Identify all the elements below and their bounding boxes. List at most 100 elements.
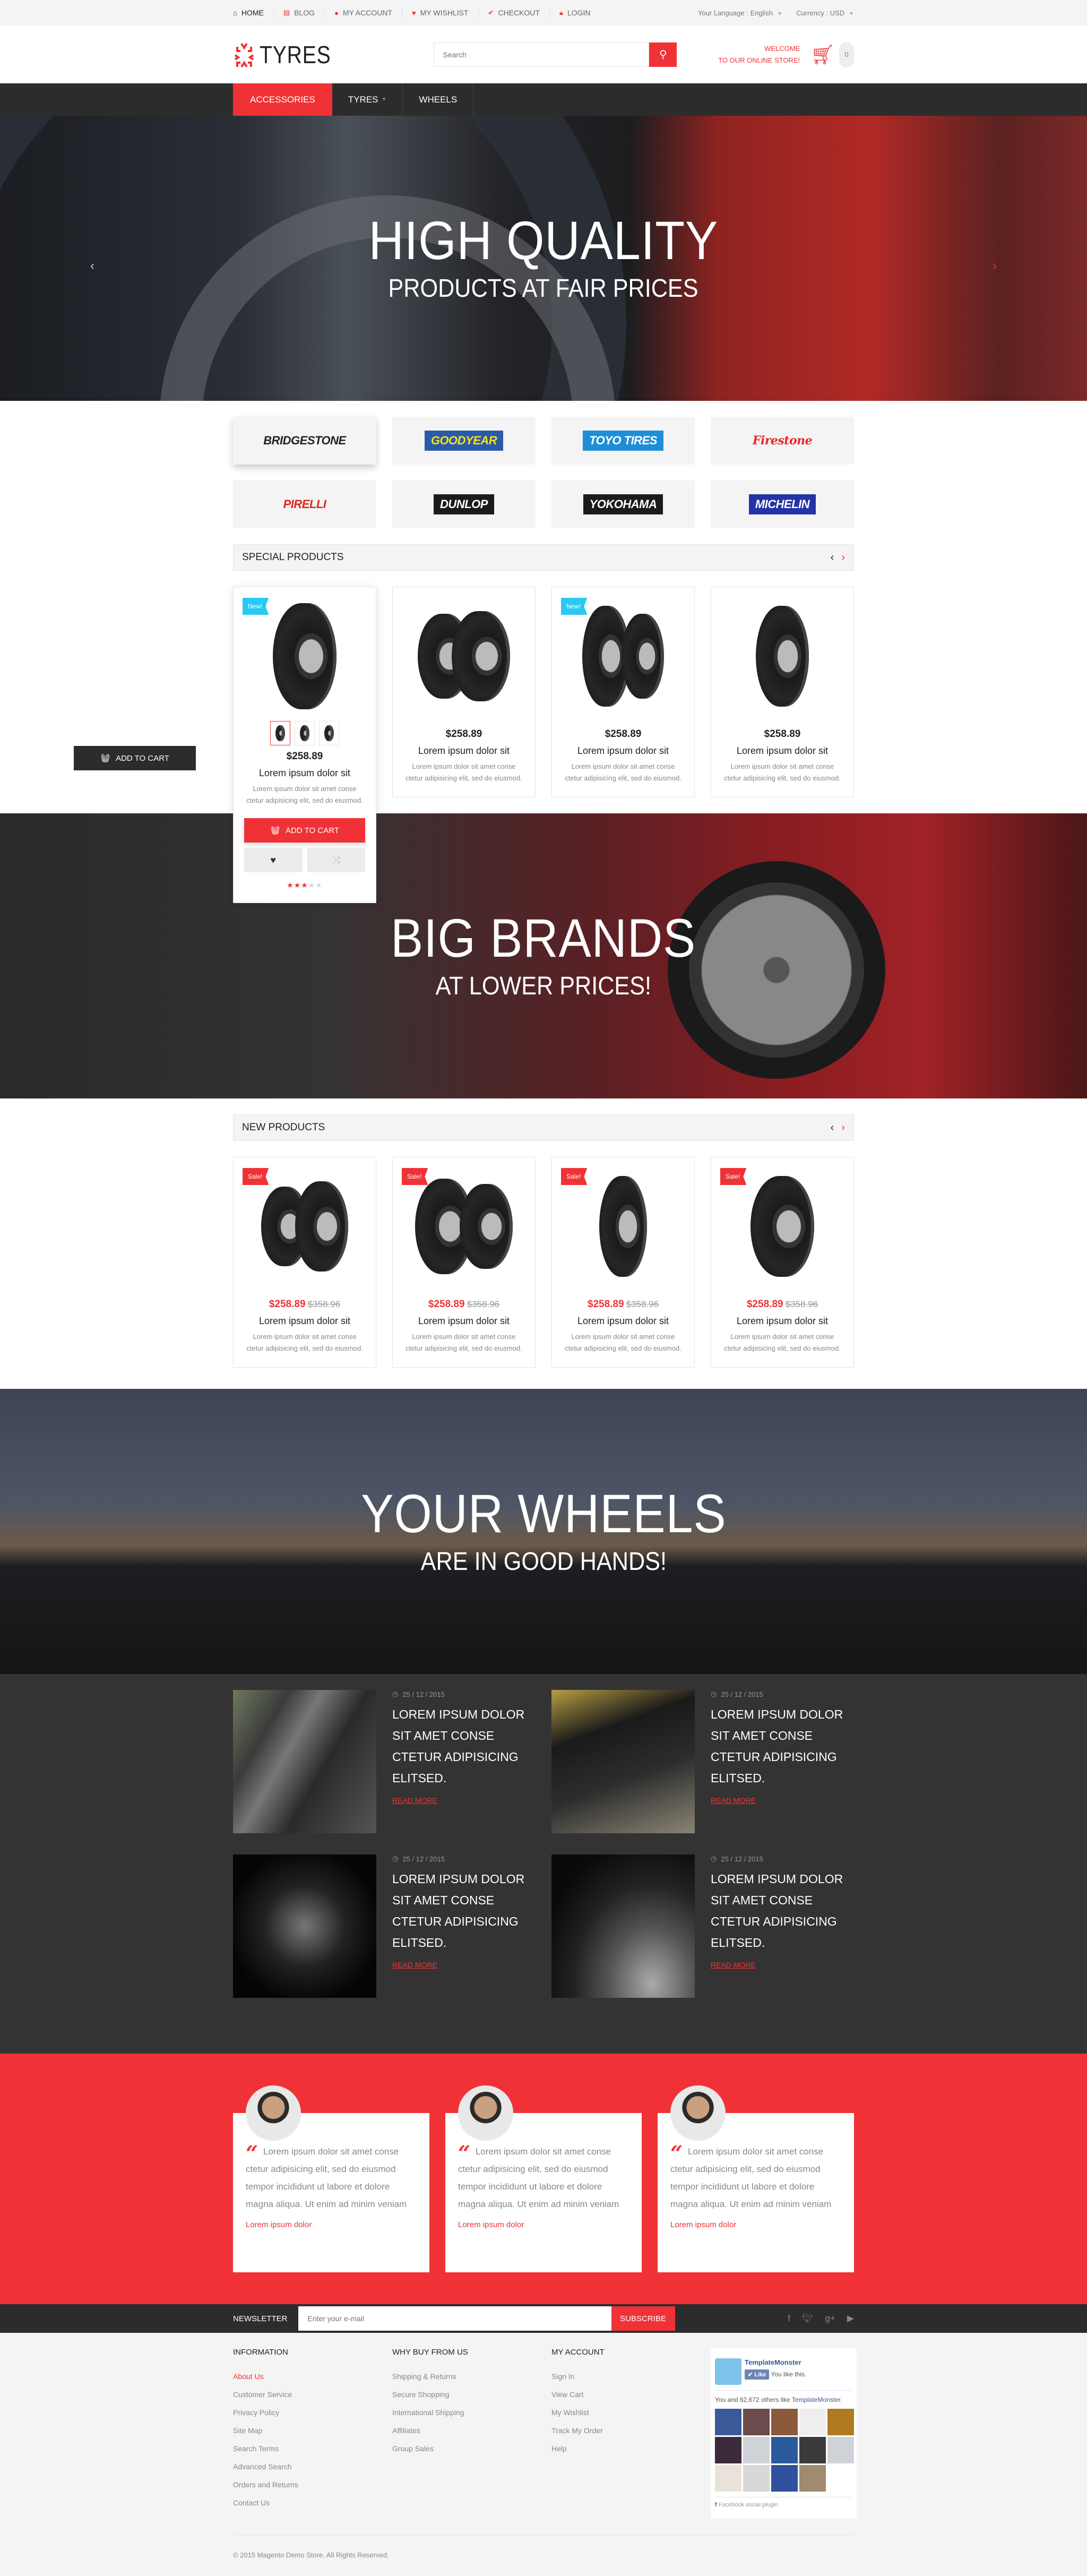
brand-logo-goodyear[interactable]: GOODYEAR <box>392 417 536 465</box>
nav-item-wheels[interactable]: Wheels <box>403 83 474 116</box>
footer-link[interactable]: View Cart <box>551 2385 711 2403</box>
brand-logo-pirelli[interactable]: PIRELLI <box>233 480 376 528</box>
product-image[interactable] <box>563 1168 684 1285</box>
product-name[interactable]: Lorem ipsum dolor sit <box>563 745 684 757</box>
fb-face[interactable] <box>743 2409 770 2435</box>
fb-face[interactable] <box>771 2465 798 2492</box>
top-link-home[interactable]: ⌂ Home <box>233 7 274 19</box>
product-card[interactable]: New! $258.89 Lorem ipsum dolor sit Lorem… <box>233 587 376 903</box>
product-image[interactable] <box>244 1168 365 1285</box>
product-card[interactable]: Sale! $258.89 $358.96 Lorem ipsum dolor sit… <box>392 1157 536 1368</box>
footer-link[interactable]: International Shipping <box>392 2403 551 2422</box>
footer-link[interactable]: My Wishlist <box>551 2403 711 2422</box>
product-card[interactable]: Sale! $258.89 $358.96 Lorem ipsum dolor sit… <box>711 1157 854 1368</box>
fb-face[interactable] <box>715 2409 741 2435</box>
testimonial-author[interactable]: Lorem ipsum dolor <box>458 2220 629 2229</box>
brand-logo-bridgestone[interactable]: BRIDGESTONE <box>233 417 376 465</box>
post-title[interactable]: Lorem ipsum dolor sit amet conse ctetur … <box>392 1704 536 1789</box>
product-image[interactable] <box>722 1168 843 1285</box>
footer-link[interactable]: Shipping & Returns <box>392 2367 551 2385</box>
fb-page-name[interactable]: TemplateMonster <box>745 2358 806 2366</box>
add-to-cart-button[interactable]: 🧺︎ Add to cart <box>244 818 365 843</box>
product-name[interactable]: Lorem ipsum dolor sit <box>244 768 365 779</box>
top-link-wishlist[interactable]: ♥ My Wishlist <box>402 7 479 19</box>
fb-face[interactable] <box>715 2437 741 2463</box>
carousel-next-arrow[interactable]: › <box>841 552 845 564</box>
product-name[interactable]: Lorem ipsum dolor sit <box>722 745 843 757</box>
product-name[interactable]: Lorem ipsum dolor sit <box>722 1316 843 1327</box>
post-title[interactable]: Lorem ipsum dolor sit amet conse ctetur … <box>711 1704 854 1789</box>
brand-logo-toyo-tires[interactable]: TOYO TIRES <box>551 417 695 465</box>
thumbnail[interactable] <box>270 721 290 745</box>
search-button[interactable]: ⚲ <box>649 42 677 67</box>
footer-link[interactable]: Affiliates <box>392 2422 551 2440</box>
footer-link[interactable]: About Us <box>233 2367 392 2385</box>
post-image[interactable] <box>233 1690 376 1833</box>
footer-link[interactable]: Advanced Search <box>233 2458 392 2476</box>
testimonial-author[interactable]: Lorem ipsum dolor <box>246 2220 417 2229</box>
read-more-link[interactable]: Read more <box>392 1796 437 1805</box>
fb-face[interactable] <box>799 2437 826 2463</box>
compare-button[interactable]: ⤨ <box>307 848 365 872</box>
twitter-icon[interactable]: 🐦︎ <box>802 2313 814 2324</box>
thumbnail[interactable] <box>319 721 339 745</box>
testimonial-author[interactable]: Lorem ipsum dolor <box>670 2220 841 2229</box>
footer-link[interactable]: Orders and Returns <box>233 2476 392 2494</box>
product-name[interactable]: Lorem ipsum dolor sit <box>403 1316 524 1327</box>
add-to-cart-button[interactable]: 🧺︎ Add to cart <box>74 746 196 770</box>
footer-link[interactable]: Help <box>551 2440 711 2458</box>
footer-link[interactable]: Track My Order <box>551 2422 711 2440</box>
cart-button[interactable]: 🛒︎ 0 <box>810 41 854 67</box>
fb-face[interactable] <box>799 2465 826 2492</box>
currency-select[interactable]: Currency : USD ▼ <box>796 9 854 17</box>
brand-logo-firestone[interactable]: Firestone <box>711 417 854 465</box>
fb-like-button[interactable]: ✔ Like <box>745 2369 770 2380</box>
product-card[interactable]: Sale! $258.89 $358.96 Lorem ipsum dolor sit… <box>233 1157 376 1368</box>
footer-link[interactable]: Contact Us <box>233 2494 392 2512</box>
top-link-blog[interactable]: ▤ Blog <box>274 7 325 19</box>
footer-link[interactable]: Privacy Policy <box>233 2403 392 2422</box>
product-image[interactable] <box>403 1168 524 1285</box>
subscribe-button[interactable]: Subscribe <box>611 2306 675 2331</box>
product-image[interactable] <box>722 598 843 715</box>
product-card[interactable]: New! $258.89 Lorem ipsum dolor sit Lorem… <box>551 587 695 797</box>
fb-face[interactable] <box>827 2437 854 2463</box>
google-plus-icon[interactable]: g+ <box>825 2313 835 2324</box>
fb-face[interactable] <box>715 2465 741 2492</box>
footer-link[interactable]: Site Map <box>233 2422 392 2440</box>
footer-link[interactable]: Secure Shopping <box>392 2385 551 2403</box>
thumbnail[interactable] <box>295 721 315 745</box>
fb-face[interactable] <box>771 2409 798 2435</box>
top-link-login[interactable]: 🔒︎ Login <box>550 7 600 19</box>
carousel-prev-arrow[interactable]: ‹ <box>831 552 834 564</box>
post-image[interactable] <box>233 1854 376 1998</box>
product-image[interactable] <box>403 598 524 715</box>
post-image[interactable] <box>551 1690 695 1833</box>
carousel-next-arrow[interactable]: › <box>841 1122 845 1134</box>
newsletter-email-input[interactable] <box>298 2306 611 2331</box>
product-card[interactable]: $258.89 Lorem ipsum dolor sit Lorem ipsu… <box>392 587 536 797</box>
fb-face[interactable] <box>743 2437 770 2463</box>
fb-face[interactable] <box>743 2465 770 2492</box>
product-name[interactable]: Lorem ipsum dolor sit <box>563 1316 684 1327</box>
logo[interactable]: TYRES <box>233 40 343 69</box>
product-name[interactable]: Lorem ipsum dolor sit <box>403 745 524 757</box>
nav-item-accessories[interactable]: Accessories <box>233 83 332 116</box>
brand-logo-yokohama[interactable]: YOKOHAMA <box>551 480 695 528</box>
brand-logo-dunlop[interactable]: DUNLOP <box>392 480 536 528</box>
nav-item-tyres[interactable]: Tyres ▼ <box>332 83 403 116</box>
post-title[interactable]: Lorem ipsum dolor sit amet conse ctetur … <box>711 1868 854 1953</box>
product-card[interactable]: Sale! $258.89 $358.96 Lorem ipsum dolor sit… <box>551 1157 695 1368</box>
read-more-link[interactable]: Read more <box>711 1796 756 1805</box>
carousel-prev-arrow[interactable]: ‹ <box>831 1122 834 1134</box>
top-link-account[interactable]: ● My Account <box>325 7 403 19</box>
post-title[interactable]: Lorem ipsum dolor sit amet conse ctetur … <box>392 1868 536 1953</box>
product-name[interactable]: Lorem ipsum dolor sit <box>244 1316 365 1327</box>
slider-next-arrow[interactable]: › <box>993 259 997 273</box>
search-input[interactable] <box>434 42 650 67</box>
language-select[interactable]: Your Language : English ▼ <box>698 9 782 17</box>
youtube-icon[interactable]: ▶ <box>847 2313 854 2324</box>
read-more-link[interactable]: Read more <box>711 1961 756 1969</box>
product-image[interactable] <box>563 598 684 715</box>
brand-logo-michelin[interactable]: MICHELIN <box>711 480 854 528</box>
